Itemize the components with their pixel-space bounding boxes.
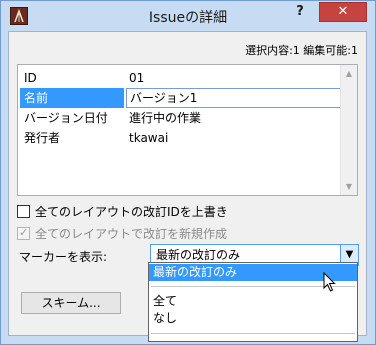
check-icon: ✓ <box>19 226 29 239</box>
property-key: 発行者 <box>24 131 61 145</box>
property-row-name[interactable]: 名前 バージョン1 <box>18 88 341 108</box>
name-edit-field[interactable]: バージョン1 <box>126 88 341 108</box>
marker-label: マーカーを表示: <box>19 250 108 264</box>
property-key: ID <box>24 71 37 85</box>
property-key: バージョン日付 <box>24 111 108 125</box>
scheme-button[interactable]: スキーム... <box>21 292 121 314</box>
scroll-down-icon[interactable]: ▼ <box>341 178 357 195</box>
help-button[interactable]: ? <box>287 3 313 21</box>
dropdown-separator <box>151 333 355 334</box>
dropdown-option-all[interactable]: 全て <box>149 293 357 310</box>
checkbox-label: 全てのレイアウトの改訂IDを上書き <box>35 205 228 219</box>
dropdown-option-none[interactable]: なし <box>149 310 357 327</box>
overwrite-revision-id-checkbox[interactable] <box>17 205 30 218</box>
scroll-up-icon[interactable]: ▲ <box>341 65 357 82</box>
vertical-scrollbar[interactable]: ▲ ▼ <box>340 65 357 195</box>
property-table: ID 01 名前 バージョン1 バージョン日付 進行中の作業 発行者 tkawa… <box>17 64 358 196</box>
property-value: 01 <box>129 71 145 85</box>
property-key: 名前 <box>20 88 124 108</box>
create-new-revision-checkbox: ✓ <box>17 226 30 240</box>
close-button[interactable]: ✕ <box>319 2 367 22</box>
checkbox-label: 全てのレイアウトで改訂を新規作成 <box>35 227 228 241</box>
property-row-id[interactable]: ID 01 <box>18 68 341 88</box>
selection-info: 選択内容:1 編集可能:1 <box>245 44 358 57</box>
title-bar[interactable]: Issueの詳細 ? ✕ <box>1 1 375 31</box>
property-row-version-date[interactable]: バージョン日付 進行中の作業 <box>18 108 341 128</box>
property-value: tkawai <box>129 131 169 145</box>
mouse-pointer-icon <box>323 272 336 292</box>
property-value: 進行中の作業 <box>129 111 202 125</box>
property-row-issuer[interactable]: 発行者 tkawai <box>18 128 341 148</box>
